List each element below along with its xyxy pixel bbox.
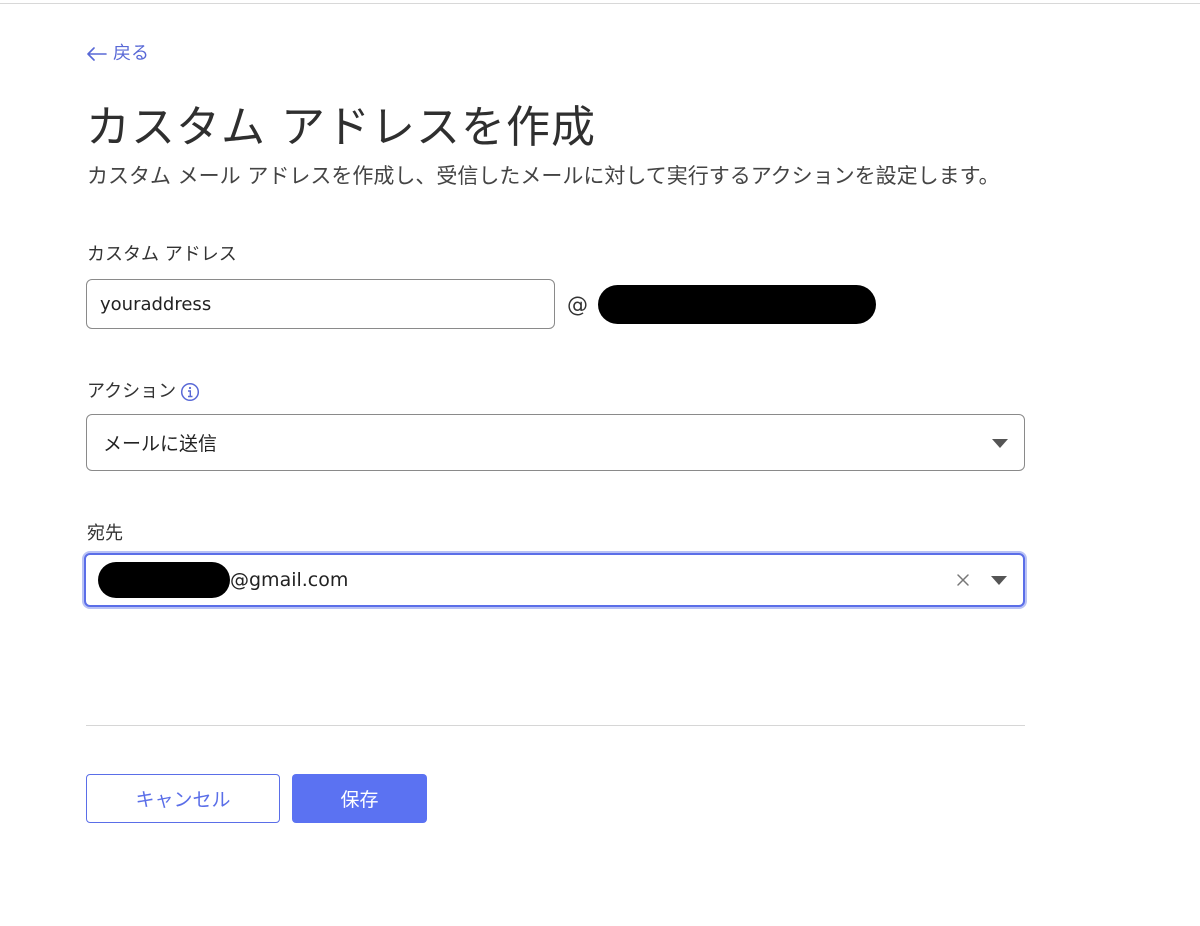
destination-label: 宛先 — [87, 523, 123, 544]
action-select-value: メールに送信 — [103, 433, 218, 455]
custom-address-input[interactable] — [86, 279, 555, 329]
back-link[interactable]: 戻る — [87, 43, 149, 65]
clear-icon[interactable] — [955, 572, 971, 588]
back-link-label: 戻る — [113, 43, 149, 64]
chevron-down-icon — [992, 438, 1008, 448]
custom-address-label: カスタム アドレス — [87, 244, 237, 265]
divider — [86, 725, 1025, 726]
page-title: カスタム アドレスを作成 — [86, 102, 596, 153]
info-icon[interactable] — [180, 382, 200, 402]
cancel-button[interactable]: キャンセル — [86, 774, 280, 823]
at-sign: @ — [567, 293, 588, 317]
action-select[interactable]: メールに送信 — [86, 414, 1025, 471]
top-border — [0, 3, 1200, 4]
redacted-domain — [598, 285, 876, 324]
destination-email-suffix: @gmail.com — [230, 569, 349, 591]
chevron-down-icon — [991, 576, 1007, 585]
action-label-row: アクション — [87, 380, 200, 404]
arrow-left-icon — [87, 47, 107, 61]
page-subtitle: カスタム メール アドレスを作成し、受信したメールに対して実行するアクションを設… — [87, 164, 1000, 188]
action-label: アクション — [87, 381, 177, 402]
save-button[interactable]: 保存 — [292, 774, 427, 823]
destination-select[interactable]: @gmail.com — [84, 553, 1025, 607]
redacted-email-local — [98, 562, 230, 598]
